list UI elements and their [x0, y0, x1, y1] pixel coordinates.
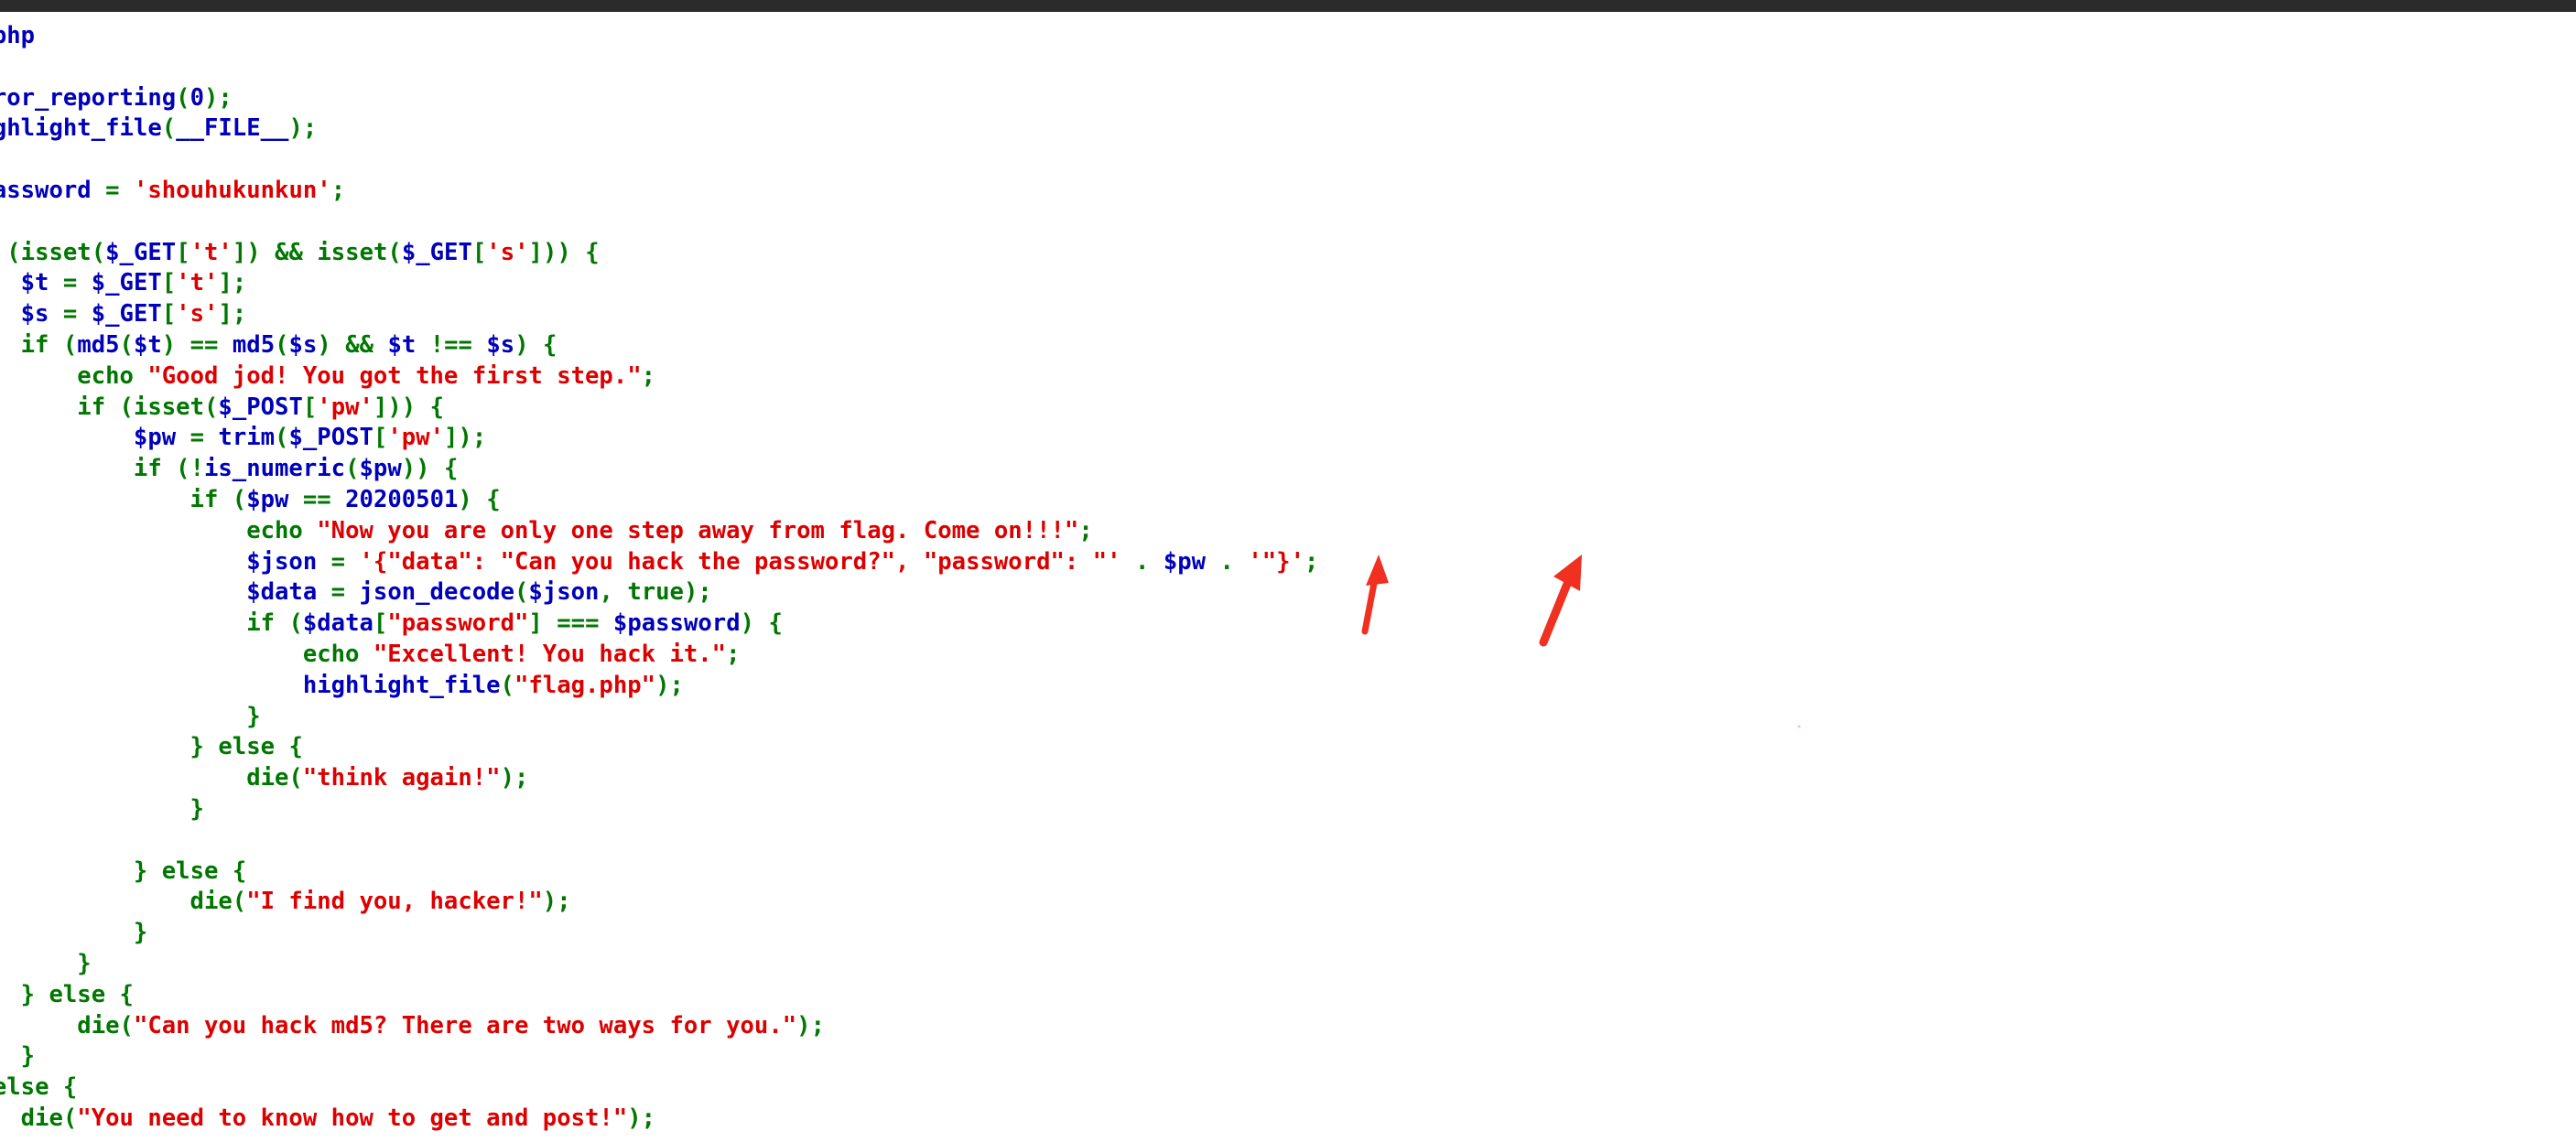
code-viewport[interactable]: <?php error_reporting(0); highlight_file…: [0, 12, 2576, 1142]
render-artifact: •: [1796, 721, 1802, 733]
php-source-code: <?php error_reporting(0); highlight_file…: [0, 22, 1319, 1132]
browser-chrome-strip: [0, 0, 2576, 12]
